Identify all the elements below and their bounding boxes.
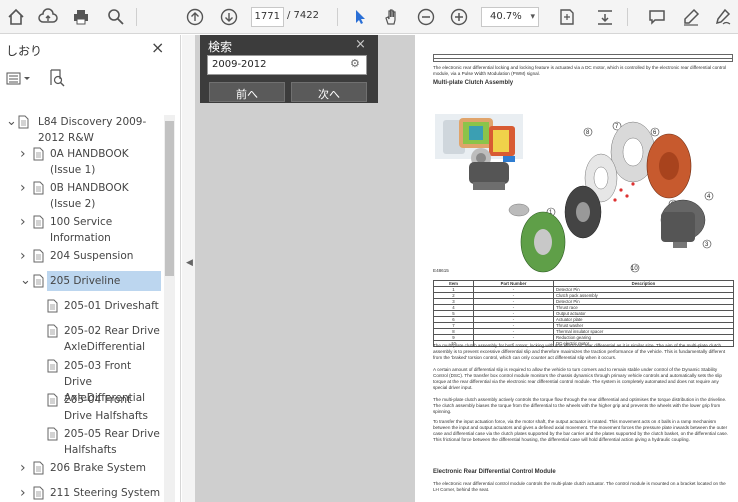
bookmark-page-icon <box>33 274 44 288</box>
bookmark-page-icon <box>47 359 58 373</box>
cloud-upload-icon[interactable] <box>36 5 60 29</box>
bookmarks-title: しおり <box>6 44 43 58</box>
bookmark-item-11[interactable]: 205-05 Rear Drive Halfshafts <box>64 426 162 458</box>
page-total: / 7422 <box>287 10 319 21</box>
page-up-icon[interactable] <box>183 5 207 29</box>
figure-caption: E48615 <box>433 268 449 273</box>
doc-section-heading-2: Electronic Rear Differential Control Mod… <box>433 469 556 475</box>
bookmark-page-icon <box>33 147 44 161</box>
bookmark-item-8[interactable]: 205-02 Rear Drive AxleDifferential <box>64 323 162 355</box>
pdf-page: The electronic rear differential locking… <box>415 35 738 502</box>
zoom-level-value: 40.7% <box>490 11 522 22</box>
find-next-button[interactable]: 次へ <box>291 82 367 102</box>
find-dialog: 検索 × 2009-2012 ⚙ 前へ 次へ <box>200 35 378 103</box>
bookmark-page-icon <box>47 427 58 441</box>
clutch-assembly-diagram: 8 7 6 5 4 3 1 2 10 9 <box>435 114 714 273</box>
bookmark-page-icon <box>33 215 44 229</box>
sign-icon[interactable] <box>711 5 735 29</box>
search-bookmark-icon[interactable] <box>48 69 66 87</box>
page-down-icon[interactable] <box>217 5 241 29</box>
chevron-right-icon[interactable]: › <box>20 181 30 195</box>
cutaway-assembly <box>435 114 523 190</box>
close-icon[interactable]: × <box>355 37 366 52</box>
bookmark-item-12[interactable]: 206 Brake System <box>50 460 162 476</box>
svg-text:10: 10 <box>631 266 638 272</box>
doc-paragraph-3: The multi-plate clutch assembly actively… <box>433 397 727 414</box>
find-prev-button[interactable]: 前へ <box>209 82 285 102</box>
find-input[interactable]: 2009-2012 <box>207 55 367 75</box>
bookmark-item-7[interactable]: 205-01 Driveshaft <box>64 298 162 314</box>
doc-section-heading: Multi-plate Clutch Assembly <box>433 80 514 86</box>
doc-paragraph-1: The multi-plate clutch assembly for both… <box>433 343 726 360</box>
doc-paragraph-4: To transfer the input actuation force, v… <box>433 419 729 442</box>
bookmarks-scrollbar-thumb[interactable] <box>165 121 174 276</box>
bookmark-page-icon <box>18 115 29 129</box>
hand-tool-icon[interactable] <box>380 5 404 29</box>
select-cursor-icon[interactable] <box>348 5 372 29</box>
chevron-right-icon[interactable]: › <box>20 249 30 263</box>
page-number-input[interactable]: 1771 <box>251 7 284 27</box>
bookmark-page-icon <box>33 461 44 475</box>
zoom-in-icon[interactable] <box>447 5 471 29</box>
bookmark-item-13[interactable]: 211 Steering System <box>50 485 162 501</box>
bookmark-item-2[interactable]: 0A HANDBOOK (Issue 1) <box>50 146 162 178</box>
chevron-right-icon[interactable]: › <box>20 215 30 229</box>
parts-table: Item Part Number Description 1- Detector … <box>433 280 734 347</box>
chevron-down-icon[interactable]: ⌄ <box>20 274 31 288</box>
highlight-pen-icon[interactable] <box>679 5 703 29</box>
bookmark-item-5[interactable]: 204 Suspension <box>50 248 162 264</box>
zoom-level-select[interactable]: 40.7% ▾ <box>481 7 539 27</box>
bookmark-page-icon <box>47 393 58 407</box>
bookmark-item-3[interactable]: 0B HANDBOOK (Issue 2) <box>50 180 162 212</box>
chevron-down-icon: ▾ <box>530 12 535 22</box>
bookmark-item-10[interactable]: 205-04 Front Drive Halfshafts <box>64 392 162 424</box>
collapse-panel-icon[interactable]: ◀ <box>186 258 193 268</box>
exploded-parts <box>508 121 706 273</box>
bookmark-item-4[interactable]: 100 Service Information <box>50 214 162 246</box>
zoom-search-icon[interactable] <box>104 5 128 29</box>
main-toolbar: 1771 / 7422 40.7% ▾ <box>0 0 738 34</box>
panel-splitter[interactable] <box>182 35 195 502</box>
bookmark-page-icon <box>47 299 58 313</box>
page-top-table-fragment <box>433 54 733 62</box>
home-icon[interactable] <box>4 5 28 29</box>
doc-paragraph-5: The electronic rear differential control… <box>433 481 726 492</box>
chevron-right-icon[interactable]: › <box>20 461 30 475</box>
bookmark-page-icon <box>33 486 44 500</box>
bookmark-item-1[interactable]: L84 Discovery 2009-2012 R&W <box>38 114 162 146</box>
fit-page-icon[interactable] <box>555 5 579 29</box>
bookmark-page-icon <box>47 324 58 338</box>
bookmark-page-icon <box>33 181 44 195</box>
bookmark-page-icon <box>33 249 44 263</box>
comment-icon[interactable] <box>645 5 669 29</box>
find-title: 検索 <box>208 40 233 54</box>
close-icon[interactable]: × <box>151 38 164 57</box>
chevron-right-icon[interactable]: › <box>20 147 30 161</box>
gear-icon[interactable]: ⚙ <box>350 57 360 70</box>
chevron-right-icon[interactable]: › <box>20 486 30 500</box>
scroll-mode-icon[interactable] <box>593 5 617 29</box>
options-menu-icon[interactable] <box>6 71 32 87</box>
bookmark-item-6[interactable]: 205 Driveline <box>50 273 162 289</box>
chevron-down-icon[interactable]: ⌄ <box>6 115 17 129</box>
zoom-out-icon[interactable] <box>414 5 438 29</box>
doc-paragraph-2: A certain amount of differential slip is… <box>433 367 722 390</box>
print-icon[interactable] <box>69 5 93 29</box>
doc-intro: The electronic rear differential locking… <box>433 65 727 76</box>
